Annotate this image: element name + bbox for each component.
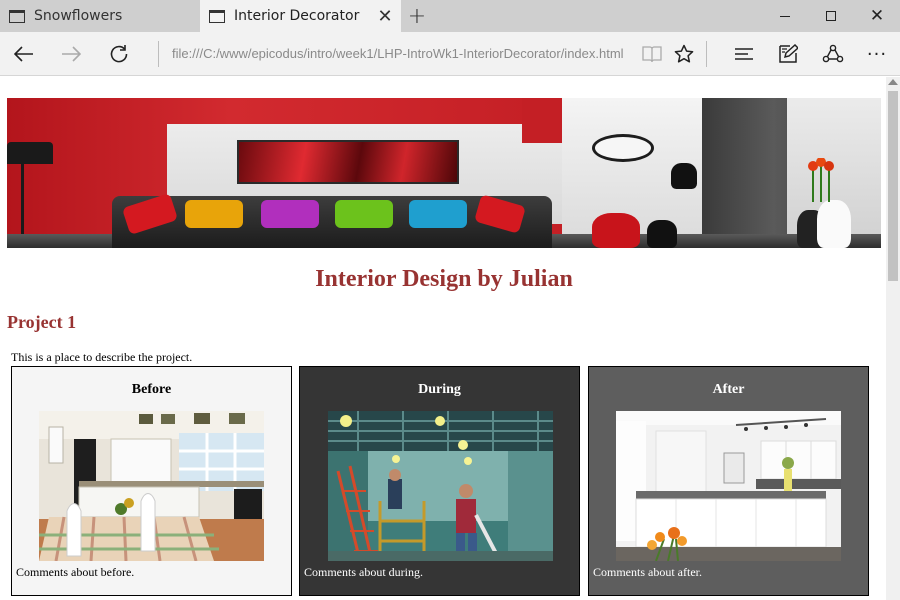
floor-lamp: [7, 142, 53, 164]
minimize-icon: [780, 15, 790, 17]
project-heading: Project 1: [7, 312, 77, 332]
tulips: [803, 157, 839, 202]
page-icon: [9, 9, 25, 23]
address-field[interactable]: file:///C:/www/epicodus/intro/week1/LHP-…: [172, 42, 624, 66]
panel-comment: Comments about during.: [304, 565, 423, 579]
close-icon: ✕: [869, 6, 885, 26]
wall-art: [237, 140, 459, 184]
toolbar-divider: [706, 41, 707, 67]
before-photo: [39, 411, 264, 561]
more-icon: ···: [866, 43, 888, 65]
tab-strip: Snowflowers Interior Decorator ✕ + ✕: [0, 0, 900, 32]
tab-title: Interior Decorator: [234, 8, 360, 24]
address-toolbar: file:///C:/www/epicodus/intro/week1/LHP-…: [0, 32, 900, 76]
panel-heading: Before: [131, 382, 172, 397]
hub-button[interactable]: [728, 38, 760, 70]
panel-comment: Comments about after.: [593, 565, 702, 579]
vertical-scrollbar[interactable]: [886, 77, 900, 600]
tab-snowflowers[interactable]: Snowflowers: [0, 0, 200, 32]
after-panel: After Comments about after.: [588, 366, 869, 596]
page-icon: [209, 9, 225, 23]
page-body: Interior Design by Julian Project 1 This…: [7, 98, 881, 596]
web-note-button[interactable]: [772, 38, 804, 70]
project-panels: Before Comments about before. During Com…: [11, 366, 881, 596]
toolbar-divider: [158, 41, 159, 67]
share-button[interactable]: [817, 38, 849, 70]
project-description: This is a place to describe the project.: [11, 350, 193, 364]
hub-icon: [735, 48, 753, 60]
before-panel: Before Comments about before.: [11, 366, 292, 596]
back-button[interactable]: [8, 38, 40, 70]
refresh-icon: [110, 45, 128, 63]
page-title: Interior Design by Julian: [315, 266, 573, 292]
tab-title: Snowflowers: [34, 8, 123, 24]
panel-heading: After: [712, 382, 745, 397]
hero-image: [7, 98, 881, 248]
close-window-button[interactable]: ✕: [854, 0, 900, 32]
favorite-button[interactable]: [668, 38, 700, 70]
new-tab-button[interactable]: +: [401, 0, 433, 32]
close-tab-icon[interactable]: ✕: [369, 0, 401, 32]
more-button[interactable]: ···: [861, 38, 893, 70]
tab-interior-decorator[interactable]: Interior Decorator ✕: [200, 0, 401, 32]
wall-clock: [592, 134, 654, 162]
panel-heading: During: [418, 382, 461, 397]
scroll-up-arrow-icon[interactable]: [888, 79, 898, 85]
book-icon: [642, 46, 662, 63]
web-note-icon: [779, 44, 798, 63]
refresh-button[interactable]: [103, 38, 135, 70]
during-panel: During Comments about during.: [299, 366, 580, 596]
back-arrow-icon: [14, 46, 33, 62]
maximize-icon: [826, 11, 836, 21]
star-icon: [674, 44, 694, 63]
after-photo: [616, 411, 841, 561]
reading-view-button[interactable]: [636, 38, 668, 70]
scroll-thumb[interactable]: [888, 91, 898, 281]
red-vase: [592, 213, 640, 248]
maximize-button[interactable]: [808, 0, 854, 32]
share-icon: [822, 44, 844, 63]
forward-arrow-icon: [62, 46, 81, 62]
web-content[interactable]: Interior Design by Julian Project 1 This…: [0, 77, 900, 600]
panel-comment: Comments about before.: [16, 565, 135, 579]
forward-button[interactable]: [55, 38, 87, 70]
minimize-button[interactable]: [762, 0, 808, 32]
during-photo: [328, 411, 553, 561]
